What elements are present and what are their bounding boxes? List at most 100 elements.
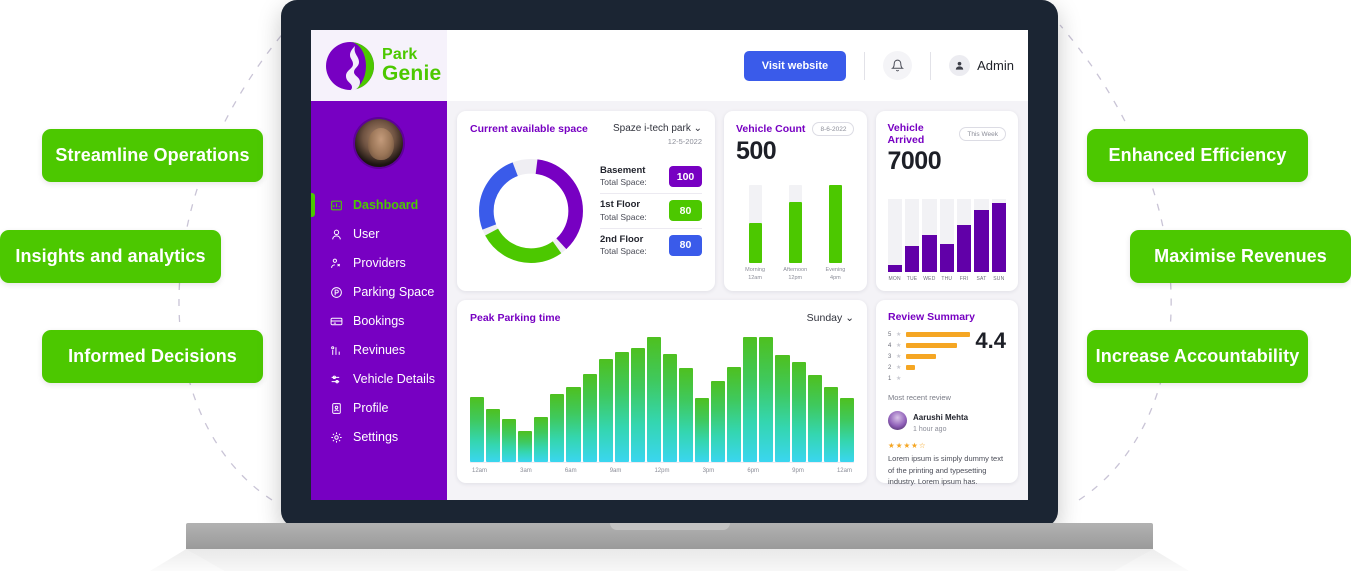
- bar-group: THU: [939, 199, 954, 282]
- bar: [679, 368, 694, 462]
- sidebar-item-user[interactable]: User: [311, 220, 447, 248]
- sidebar-item-bookings[interactable]: Bookings: [311, 307, 447, 335]
- date-label: 12-5-2022: [667, 137, 702, 146]
- list-item: 1st Floor Total Space: 80: [600, 193, 702, 227]
- bar: [582, 373, 597, 462]
- bar-track: [906, 365, 970, 370]
- admin-menu[interactable]: Admin: [949, 55, 1014, 76]
- axis-tick-label: 6am: [564, 468, 577, 474]
- card-review-summary: Review Summary 5 ★ 4 ★ 3 ★ 2 ★ 1 ★ 4.4 Most recen…: [876, 300, 1018, 486]
- star-icon: ★: [896, 365, 902, 371]
- day-dropdown[interactable]: Sunday ⌄: [807, 312, 854, 324]
- bar: [614, 351, 629, 462]
- promo-pill-informed-decisions[interactable]: Informed Decisions: [42, 330, 263, 383]
- star-rating-icon: ★★★★☆: [888, 441, 927, 450]
- sidebar-item-settings[interactable]: Settings: [311, 423, 447, 451]
- bar-track: [956, 199, 972, 272]
- sidebar-item-revinues[interactable]: Revinues: [311, 336, 447, 364]
- donut-chart: [472, 152, 590, 270]
- legend-sub: Total Space:: [600, 177, 647, 188]
- peak-parking-axis: 12am 3am 6am 9am 12pm 3pm 6pm 9pm 12am: [470, 468, 854, 474]
- location-dropdown[interactable]: Spaze i-tech park ⌄ 12-5-2022: [613, 123, 702, 146]
- rating-bar-row: 1 ★: [888, 373, 970, 384]
- bar-track: [906, 354, 970, 359]
- promo-pill-increase-accountability[interactable]: Increase Accountability: [1087, 330, 1308, 383]
- bar: [727, 367, 742, 462]
- promo-pill-streamline-operations[interactable]: Streamline Operations: [42, 129, 263, 182]
- sidebar-item-label: Profile: [353, 401, 389, 415]
- bar-group: MON: [887, 199, 902, 282]
- bar-track: [748, 185, 762, 264]
- promo-pill-enhanced-efficiency[interactable]: Enhanced Efficiency: [1087, 129, 1308, 182]
- dashboard-row-bottom: Peak Parking time Sunday ⌄ 12am 3am 6am 9am…: [457, 300, 1018, 486]
- card-body: Basement Total Space: 100 1st Floor Tota…: [470, 152, 702, 270]
- sidebar-item-parking-space[interactable]: Parking Space: [311, 278, 447, 306]
- status-badge: 80: [669, 234, 702, 256]
- sidebar-item-vehicle-details[interactable]: Vehicle Details: [311, 365, 447, 393]
- bar-fill: [906, 354, 937, 359]
- bar-fill: [906, 365, 916, 370]
- bar: [566, 386, 581, 462]
- bar: [662, 354, 678, 462]
- bookings-icon: [329, 314, 344, 329]
- bar-track: [922, 199, 937, 272]
- app-logo[interactable]: Park Genie: [311, 30, 447, 101]
- bar: [598, 359, 613, 462]
- bar: [486, 408, 501, 462]
- bar-track: [991, 199, 1007, 272]
- bar-fill: [748, 222, 762, 264]
- bar-label: FRI: [959, 276, 969, 282]
- bar: [550, 394, 565, 462]
- bell-icon: [891, 59, 905, 72]
- rating-breakdown: 5 ★ 4 ★ 3 ★ 2 ★ 1 ★ 4.4: [888, 328, 1006, 384]
- bar-fill: [788, 202, 802, 264]
- promo-pill-insights-and-analytics[interactable]: Insights and analytics: [0, 230, 221, 283]
- axis-tick-label: 9am: [609, 468, 622, 474]
- location-label: Spaze i-tech park: [613, 123, 691, 134]
- rating-level: 5: [888, 331, 892, 338]
- recent-review-label: Most recent review: [888, 393, 951, 402]
- bar: [759, 337, 774, 462]
- bar: [502, 419, 517, 462]
- card-vehicle-arrived: Vehicle Arrived This Week 7000 MON TUE WED…: [875, 111, 1018, 291]
- visit-website-button[interactable]: Visit website: [743, 50, 847, 81]
- star-icon: ★: [896, 354, 902, 360]
- bar-fill: [887, 265, 902, 272]
- avatar[interactable]: [353, 117, 405, 169]
- sidebar-item-providers[interactable]: Providers: [311, 249, 447, 277]
- status-badge: 8-6-2022: [812, 122, 855, 136]
- admin-label: Admin: [977, 58, 1014, 73]
- page-title: Current available space: [470, 123, 588, 135]
- donut-chart-svg: [479, 159, 583, 263]
- sidebar-item-label: Bookings: [353, 314, 405, 328]
- revenues-icon: [329, 343, 344, 358]
- legend-text: Basement Total Space:: [600, 165, 647, 188]
- bar-group: FRI: [956, 199, 972, 282]
- bar-fill: [991, 202, 1007, 272]
- metric-value: 7000: [887, 147, 942, 175]
- notifications-button[interactable]: [883, 51, 913, 80]
- legend-text: 1st Floor Total Space:: [600, 199, 647, 222]
- sidebar-item-dashboard[interactable]: Dashboard: [311, 191, 447, 219]
- sidebar-item-profile[interactable]: Profile: [311, 394, 447, 422]
- bar-label: MON: [888, 276, 901, 282]
- bar-track: [904, 199, 920, 272]
- sidebar-item-label: Vehicle Details: [353, 372, 435, 386]
- axis-tick-label: 9pm: [792, 468, 804, 474]
- promo-pill-label: Insights and analytics: [15, 246, 206, 266]
- promo-pill-maximise-revenues[interactable]: Maximise Revenues: [1130, 230, 1351, 283]
- rating-level: 1: [888, 375, 892, 382]
- bar: [807, 374, 822, 462]
- dashboard-row-top: Current available space Spaze i-tech par…: [457, 111, 1018, 291]
- bar-track: [906, 332, 971, 337]
- bar-fill: [906, 343, 957, 348]
- bar: [630, 347, 645, 462]
- bar-label: TUE: [906, 276, 918, 282]
- card-title: Peak Parking time: [470, 312, 561, 324]
- divider: [930, 51, 932, 80]
- rating-level: 4: [888, 342, 892, 349]
- user-avatar-icon: [955, 61, 964, 70]
- sidebar: Dashboard User Providers Parking Space B…: [311, 101, 447, 500]
- bar-fill: [904, 245, 920, 272]
- park-genie-logo-icon: [326, 41, 374, 91]
